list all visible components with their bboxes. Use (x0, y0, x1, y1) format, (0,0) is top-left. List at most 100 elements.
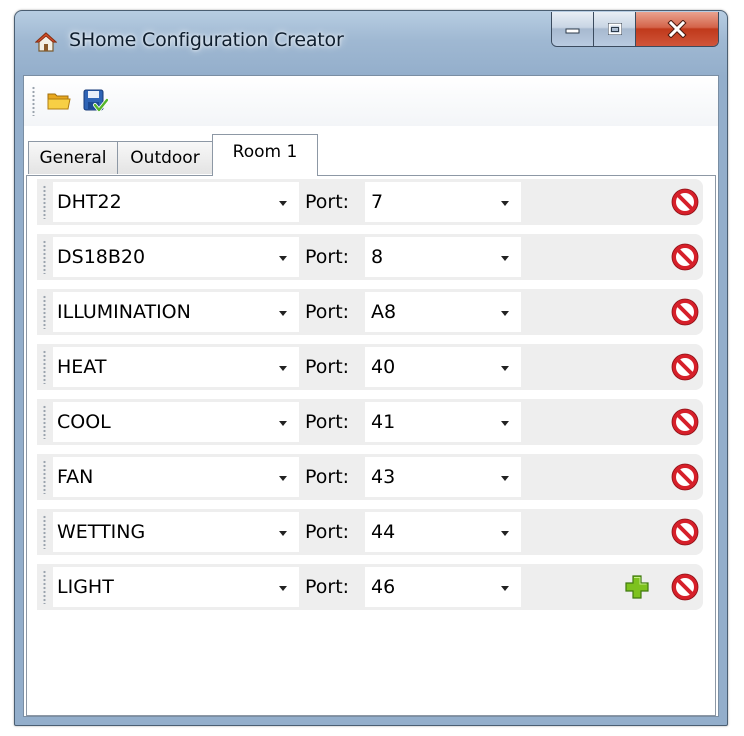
room-1-panel: DHT22 Port: 7 DS18B20 Port: 8 ILLUMINATION Port… (26, 175, 716, 716)
sensor-type-dropdown[interactable]: WETTING (53, 512, 299, 552)
port-dropdown[interactable]: 46 (365, 567, 521, 607)
dropdown-arrow-icon[interactable] (279, 421, 287, 426)
port-dropdown[interactable]: 40 (365, 347, 521, 387)
sensor-type-value: WETTING (57, 521, 146, 543)
sensor-type-dropdown[interactable]: DS18B20 (53, 237, 299, 277)
window-title: SHome Configuration Creator (69, 29, 344, 51)
port-value: 43 (371, 466, 396, 488)
dropdown-arrow-icon[interactable] (279, 476, 287, 481)
sensor-row: FAN Port: 43 (37, 454, 703, 500)
close-button[interactable] (636, 12, 718, 46)
port-label: Port: (305, 301, 350, 323)
sensor-type-dropdown[interactable]: HEAT (53, 347, 299, 387)
port-dropdown[interactable]: A8 (365, 292, 521, 332)
tab-strip: General Outdoor Room 1 (24, 126, 718, 176)
delete-prohibited-icon[interactable] (671, 573, 699, 601)
client-area: General Outdoor Room 1 DHT22 Port: 7 DS18B2… (23, 75, 719, 717)
caption-buttons (551, 12, 719, 47)
sensor-row: LIGHT Port: 46 (37, 564, 703, 610)
sensor-type-dropdown[interactable]: ILLUMINATION (53, 292, 299, 332)
dropdown-arrow-icon[interactable] (501, 421, 509, 426)
sensor-type-value: ILLUMINATION (57, 301, 191, 323)
port-value: 40 (371, 356, 396, 378)
sensor-row: DHT22 Port: 7 (37, 179, 703, 225)
maximize-button[interactable] (594, 12, 636, 46)
port-label: Port: (305, 246, 350, 268)
dropdown-arrow-icon[interactable] (279, 256, 287, 261)
tab-general[interactable]: General (28, 141, 118, 174)
sensor-type-dropdown[interactable]: FAN (53, 457, 299, 497)
maximize-icon (607, 23, 622, 35)
toolbar-grip[interactable] (32, 86, 35, 116)
sensor-type-value: DS18B20 (57, 246, 146, 268)
tab-outdoor[interactable]: Outdoor (117, 141, 213, 174)
delete-prohibited-icon[interactable] (671, 408, 699, 436)
sensor-type-value: HEAT (57, 356, 107, 378)
add-plus-icon[interactable] (623, 573, 651, 601)
delete-prohibited-icon[interactable] (671, 518, 699, 546)
sensor-type-dropdown[interactable]: COOL (53, 402, 299, 442)
port-dropdown[interactable]: 7 (365, 182, 521, 222)
dropdown-arrow-icon[interactable] (501, 366, 509, 371)
minimize-button[interactable] (552, 12, 594, 46)
sensor-row: DS18B20 Port: 8 (37, 234, 703, 280)
app-window: SHome Configuration Creator General Outd… (14, 10, 728, 726)
delete-prohibited-icon[interactable] (671, 463, 699, 491)
port-label: Port: (305, 521, 350, 543)
row-grip[interactable] (43, 240, 46, 274)
port-dropdown[interactable]: 41 (365, 402, 521, 442)
row-grip[interactable] (43, 185, 46, 219)
delete-prohibited-icon[interactable] (671, 353, 699, 381)
port-value: 44 (371, 521, 396, 543)
delete-prohibited-icon[interactable] (671, 188, 699, 216)
row-grip[interactable] (43, 405, 46, 439)
port-label: Port: (305, 466, 350, 488)
dropdown-arrow-icon[interactable] (279, 586, 287, 591)
tab-room-1[interactable]: Room 1 (212, 134, 318, 176)
sensor-row: COOL Port: 41 (37, 399, 703, 445)
toolbar (24, 76, 718, 126)
row-grip[interactable] (43, 570, 46, 604)
port-dropdown[interactable]: 44 (365, 512, 521, 552)
sensor-type-value: COOL (57, 411, 111, 433)
delete-prohibited-icon[interactable] (671, 298, 699, 326)
dropdown-arrow-icon[interactable] (501, 476, 509, 481)
port-label: Port: (305, 356, 350, 378)
port-value: A8 (371, 301, 397, 323)
sensor-type-dropdown[interactable]: LIGHT (53, 567, 299, 607)
dropdown-arrow-icon[interactable] (501, 311, 509, 316)
title-bar[interactable]: SHome Configuration Creator (15, 11, 727, 75)
sensor-row: HEAT Port: 40 (37, 344, 703, 390)
port-value: 7 (371, 191, 384, 213)
close-icon (667, 20, 687, 38)
port-dropdown[interactable]: 8 (365, 237, 521, 277)
save-disk-icon[interactable] (82, 88, 108, 114)
dropdown-arrow-icon[interactable] (501, 201, 509, 206)
delete-prohibited-icon[interactable] (671, 243, 699, 271)
dropdown-arrow-icon[interactable] (279, 201, 287, 206)
row-grip[interactable] (43, 460, 46, 494)
sensor-row: ILLUMINATION Port: A8 (37, 289, 703, 335)
dropdown-arrow-icon[interactable] (279, 531, 287, 536)
port-value: 41 (371, 411, 396, 433)
port-dropdown[interactable]: 43 (365, 457, 521, 497)
dropdown-arrow-icon[interactable] (501, 586, 509, 591)
row-grip[interactable] (43, 350, 46, 384)
sensor-row: WETTING Port: 44 (37, 509, 703, 555)
minimize-icon (565, 28, 579, 34)
dropdown-arrow-icon[interactable] (279, 311, 287, 316)
dropdown-arrow-icon[interactable] (501, 531, 509, 536)
house-icon (35, 32, 57, 52)
row-grip[interactable] (43, 515, 46, 549)
folder-open-icon[interactable] (46, 88, 72, 114)
sensor-type-value: DHT22 (57, 191, 122, 213)
sensor-type-value: LIGHT (57, 576, 114, 598)
sensor-type-value: FAN (57, 466, 94, 488)
port-label: Port: (305, 576, 350, 598)
port-label: Port: (305, 411, 350, 433)
port-value: 8 (371, 246, 384, 268)
dropdown-arrow-icon[interactable] (279, 366, 287, 371)
dropdown-arrow-icon[interactable] (501, 256, 509, 261)
sensor-type-dropdown[interactable]: DHT22 (53, 182, 299, 222)
row-grip[interactable] (43, 295, 46, 329)
